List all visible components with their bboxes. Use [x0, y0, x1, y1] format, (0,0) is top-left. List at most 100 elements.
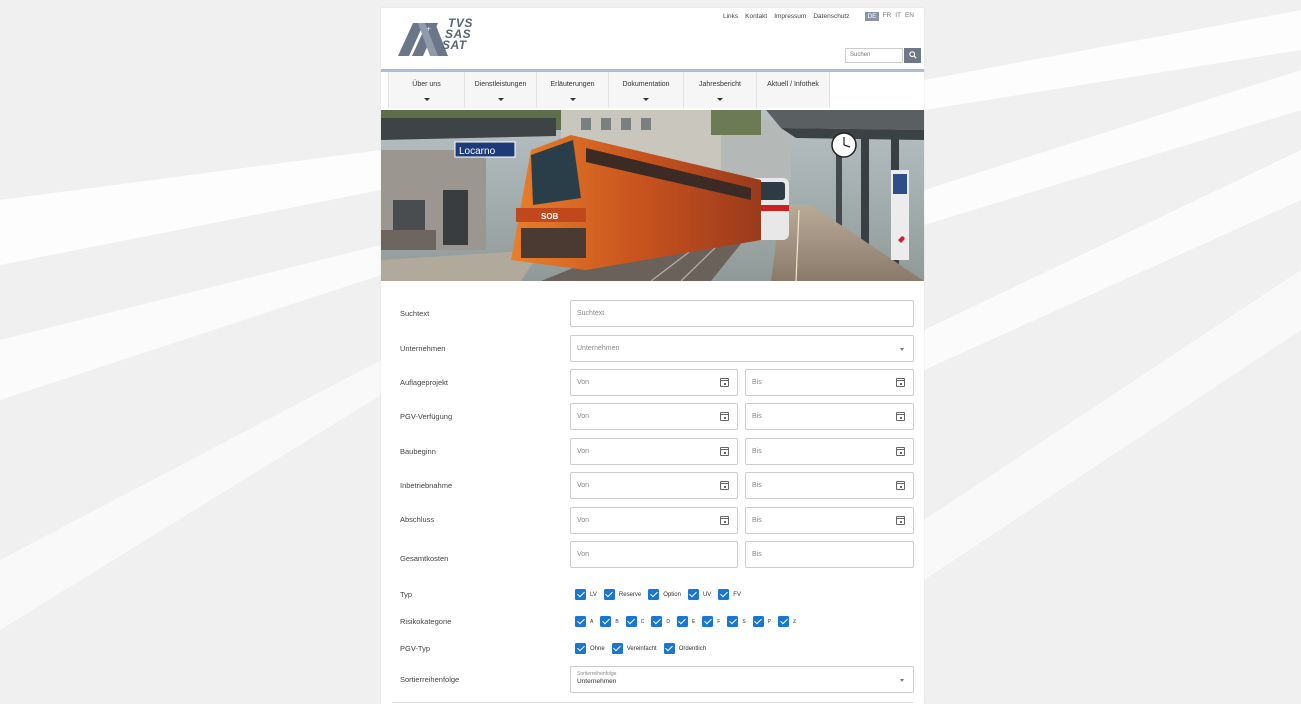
baubeginn-bis-input[interactable]: Bis [745, 438, 914, 465]
von-placeholder: Von [577, 482, 590, 489]
checkbox-fv[interactable] [718, 589, 730, 600]
checkbox-d[interactable] [651, 616, 663, 627]
checkbox-label: E [691, 618, 696, 625]
chevron-down-icon [900, 348, 904, 351]
checkbox-uv[interactable] [687, 589, 699, 600]
auflageprojekt-von-input[interactable]: Von [570, 369, 738, 396]
von-placeholder: Von [577, 517, 590, 524]
checkbox-ordentlich[interactable] [663, 643, 675, 654]
checkbox-vereinfacht[interactable] [611, 643, 623, 654]
nav-item-aktuell-infothek[interactable]: Aktuell / Infothek [757, 72, 830, 108]
abschluss-bis-input[interactable]: Bis [745, 507, 914, 534]
calendar-icon[interactable] [896, 447, 905, 456]
checkbox-z[interactable] [778, 616, 790, 627]
label-unternehmen: Unternehmen [400, 344, 446, 353]
nav-label: Jahresbericht [698, 81, 742, 88]
calendar-icon[interactable] [896, 378, 905, 387]
chevron-down-icon [900, 679, 904, 682]
nav-item-erlaeuterungen[interactable]: Erläuterungen [537, 72, 609, 108]
checkbox-label: UV [702, 591, 712, 598]
top-link-impressum[interactable]: Impressum [774, 13, 806, 20]
tvs-logo[interactable]: + TVS SAS SAT [398, 17, 498, 58]
label-gesamtkosten: Gesamtkosten [400, 554, 449, 563]
svg-text:+: + [426, 26, 431, 33]
checkbox-b[interactable] [600, 616, 612, 627]
checkbox-label: FV [733, 591, 741, 598]
nav-label: Erläuterungen [550, 81, 595, 88]
calendar-icon[interactable] [896, 516, 905, 525]
calendar-icon[interactable] [720, 378, 729, 387]
search-button[interactable] [904, 48, 921, 63]
top-link-links[interactable]: Links [723, 13, 738, 20]
checkbox-option[interactable] [648, 589, 660, 600]
pgv-verfuegung-von-input[interactable]: Von [570, 403, 738, 430]
bis-placeholder: Bis [752, 448, 762, 455]
von-placeholder: Von [577, 448, 590, 455]
baubeginn-von-input[interactable]: Von [570, 438, 738, 465]
checkbox-p[interactable] [752, 616, 764, 627]
calendar-icon[interactable] [720, 412, 729, 421]
caret-down-icon [717, 98, 723, 101]
checkbox-label: S [742, 618, 746, 625]
nav-label: Über uns [412, 81, 441, 88]
checkbox-c[interactable] [625, 616, 637, 627]
checkbox-label: Vereinfacht [626, 645, 657, 652]
checkbox-label: Option [663, 591, 681, 598]
station-sign-text: Locarno [459, 146, 496, 157]
suchtext-input[interactable]: Suchtext [570, 300, 914, 327]
nav-label: Aktuell / Infothek [767, 81, 819, 88]
auflageprojekt-bis-input[interactable]: Bis [745, 369, 914, 396]
von-placeholder: Von [577, 379, 590, 386]
lang-en[interactable]: EN [905, 12, 914, 21]
unternehmen-select[interactable]: Unternehmen [570, 335, 914, 362]
abschluss-von-input[interactable]: Von [570, 507, 738, 534]
top-navigation: Links Kontakt Impressum Datenschutz DE F… [716, 12, 914, 21]
checkbox-f[interactable] [702, 616, 714, 627]
train-station-illustration: Locarno SOB [381, 110, 924, 281]
caret-down-icon [643, 98, 649, 101]
divider [392, 702, 913, 703]
calendar-icon[interactable] [720, 481, 729, 490]
calendar-icon[interactable] [896, 481, 905, 490]
checkbox-lv[interactable] [575, 589, 586, 600]
sortierreihenfolge-select[interactable]: Sortierreihenfolge Unternehmen [570, 666, 914, 693]
checkbox-label: P [767, 618, 772, 625]
checkbox-label: Z [793, 618, 797, 625]
checkbox-s[interactable] [727, 616, 739, 627]
checkbox-label: C [640, 618, 645, 625]
top-link-kontakt[interactable]: Kontakt [745, 13, 767, 20]
nav-item-ueber-uns[interactable]: Über uns [388, 72, 465, 108]
nav-item-dokumentation[interactable]: Dokumentation [609, 72, 684, 108]
gesamtkosten-von-input[interactable]: Von [570, 541, 738, 568]
caret-down-icon [569, 98, 576, 101]
checkbox-a[interactable] [575, 616, 586, 627]
checkbox-label: A [590, 618, 594, 625]
checkbox-label: Ordentlich [678, 645, 707, 652]
calendar-icon[interactable] [896, 412, 905, 421]
nav-item-jahresbericht[interactable]: Jahresbericht [684, 72, 757, 108]
logo-text-sat: SAT [442, 38, 467, 52]
nav-label: Dokumentation [622, 81, 670, 88]
checkbox-reserve[interactable] [603, 589, 615, 600]
checkbox-label: B [615, 618, 619, 625]
checkbox-ohne[interactable] [575, 643, 586, 654]
checkbox-label: LV [590, 591, 597, 598]
search-input[interactable]: Suchen [845, 48, 903, 63]
label-abschluss: Abschluss [400, 515, 435, 524]
main-navigation: Über uns Dienstleistungen Erläuterungen … [388, 72, 830, 108]
gesamtkosten-bis-input[interactable]: Bis [745, 541, 914, 568]
lang-de[interactable]: DE [865, 12, 879, 21]
pgv-verfuegung-bis-input[interactable]: Bis [745, 403, 914, 430]
pgv-typ-checkbox-group: Ohne Vereinfacht Ordentlich [575, 643, 713, 654]
inbetriebnahme-bis-input[interactable]: Bis [745, 472, 914, 499]
label-risikokategorie: Risikokategorie [400, 617, 452, 626]
label-baubeginn: Baubeginn [400, 447, 436, 456]
calendar-icon[interactable] [720, 516, 729, 525]
nav-item-dienstleistungen[interactable]: Dienstleistungen [465, 72, 537, 108]
lang-it[interactable]: IT [895, 12, 901, 21]
lang-fr[interactable]: FR [883, 12, 892, 21]
top-link-datenschutz[interactable]: Datenschutz [813, 13, 849, 20]
inbetriebnahme-von-input[interactable]: Von [570, 472, 738, 499]
calendar-icon[interactable] [720, 447, 729, 456]
checkbox-e[interactable] [676, 616, 688, 627]
